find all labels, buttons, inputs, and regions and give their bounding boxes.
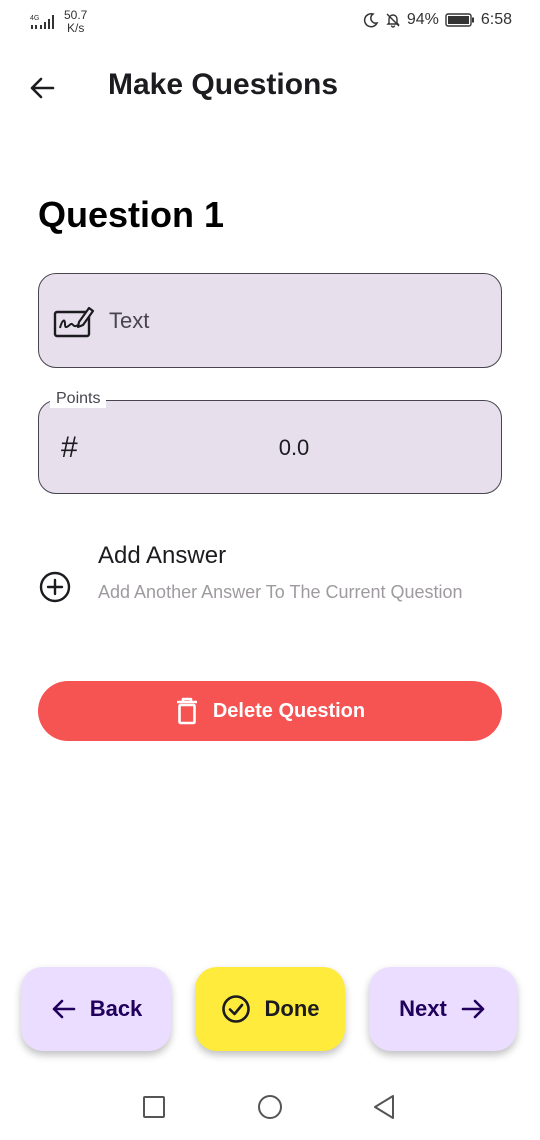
signal-icon: 4G [30, 15, 54, 29]
points-label: Points [50, 390, 107, 408]
page-title: Make Questions [108, 68, 339, 101]
back-nav-icon[interactable] [372, 1094, 396, 1120]
next-button[interactable]: Next [369, 967, 517, 1051]
check-circle-icon [221, 995, 250, 1023]
question-text-field[interactable] [38, 273, 502, 368]
recents-nav-icon[interactable] [143, 1096, 165, 1118]
arrow-right-icon [461, 999, 485, 1019]
network-speed: 50.7 K/s [64, 8, 88, 35]
arrow-left-icon [52, 999, 76, 1019]
back-button[interactable]: Back [21, 967, 171, 1051]
moon-icon [363, 12, 379, 28]
svg-text:4G: 4G [30, 15, 39, 22]
battery-icon [445, 13, 474, 27]
home-nav-icon[interactable] [258, 1095, 282, 1119]
points-value[interactable]: 0.0 [39, 435, 501, 461]
bell-off-icon [386, 13, 400, 28]
status-bar: 4G 50.7 K/s 94% 6:58 [0, 0, 540, 44]
question-text-input[interactable] [109, 307, 469, 334]
done-button-label: Done [264, 996, 320, 1021]
back-arrow-icon[interactable] [28, 74, 56, 102]
next-button-label: Next [399, 996, 447, 1021]
clock: 6:58 [480, 11, 512, 28]
signature-icon [53, 306, 95, 337]
add-answer-title: Add Answer [98, 542, 227, 569]
status-icons: 94% 6:58 [363, 11, 512, 29]
back-button-label: Back [89, 996, 143, 1021]
trash-icon [176, 697, 197, 725]
add-answer-subtitle: Add Another Answer To The Current Questi… [98, 582, 463, 602]
battery-percent: 94% [406, 11, 439, 28]
question-title: Question 1 [38, 194, 225, 235]
add-answer-item[interactable]: Add Answer Add Another Answer To The Cur… [38, 540, 502, 640]
points-field[interactable]: # 0.0 [38, 400, 502, 494]
add-circle-icon [39, 571, 71, 603]
delete-question-button[interactable]: Delete Question [38, 681, 502, 741]
delete-question-label: Delete Question [212, 699, 366, 722]
done-button[interactable]: Done [195, 967, 345, 1051]
